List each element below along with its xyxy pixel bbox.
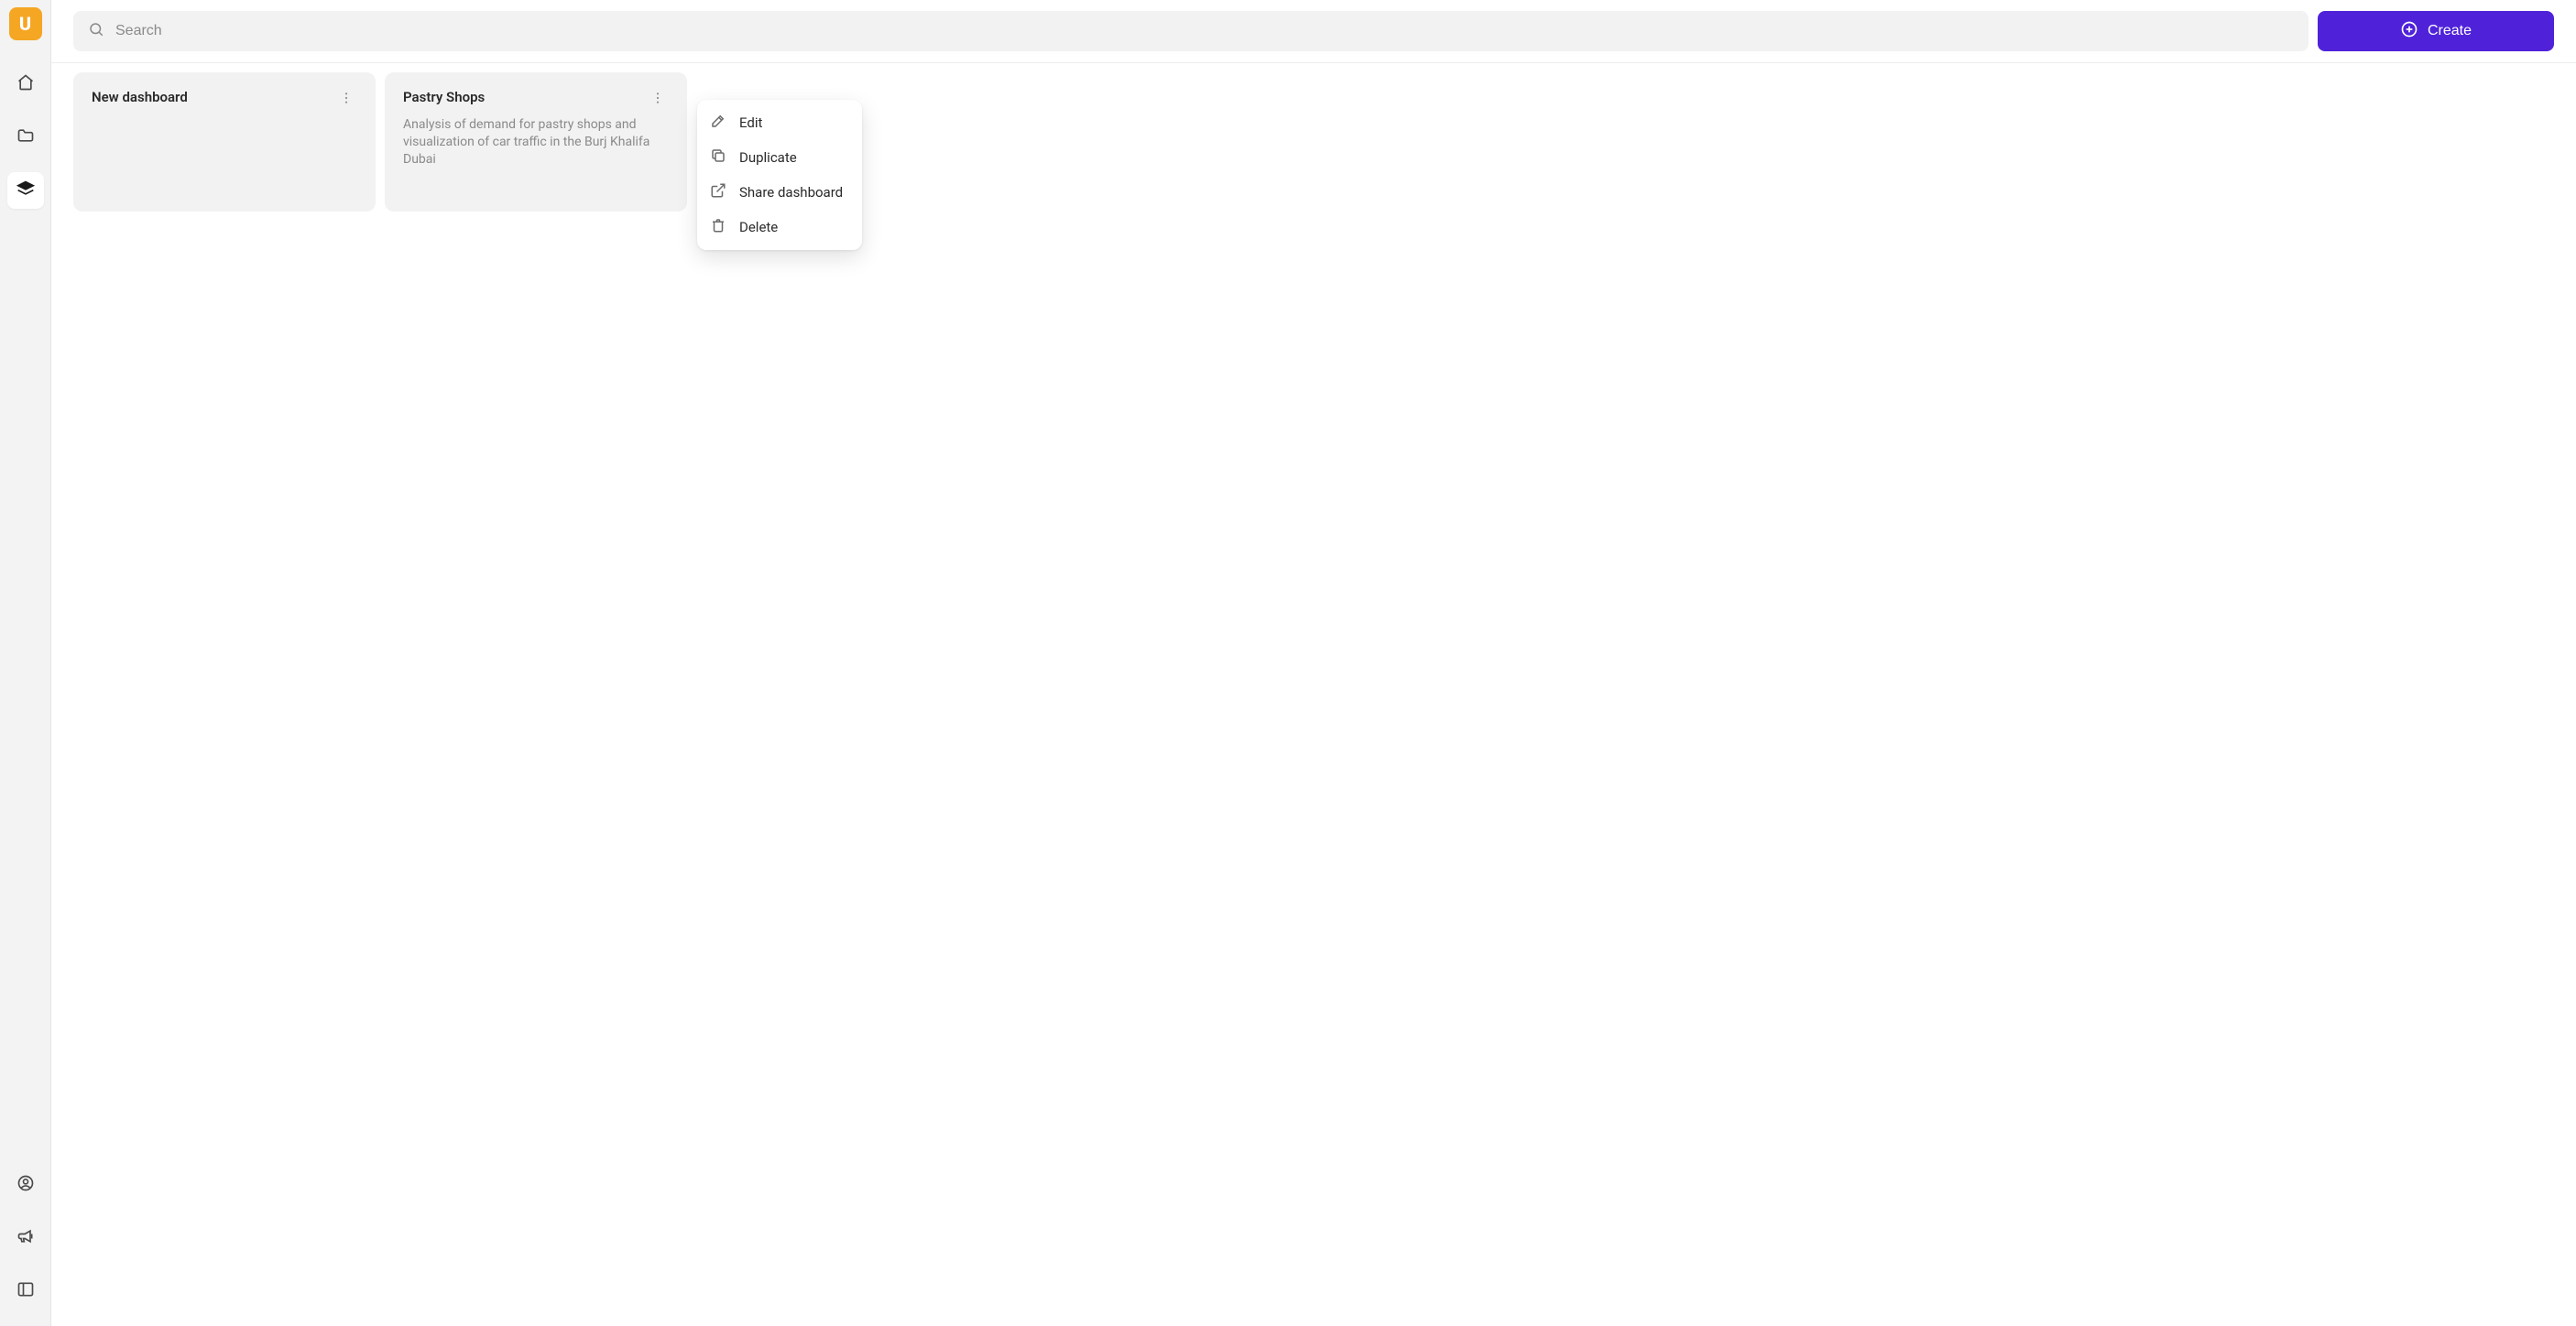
trash-icon [710, 217, 726, 237]
app-root: U [0, 0, 2576, 1326]
folder-icon [16, 126, 35, 148]
menu-item-label: Edit [739, 114, 762, 131]
plus-circle-icon [2400, 20, 2418, 43]
panel-left-icon [16, 1280, 35, 1302]
create-button-label: Create [2428, 23, 2472, 39]
search-icon [88, 21, 115, 41]
context-menu: Edit Duplicate Share dashboard [697, 100, 862, 250]
megaphone-icon [16, 1227, 35, 1249]
sidebar: U [0, 0, 51, 1326]
home-icon [16, 73, 35, 95]
dashboard-card[interactable]: Pastry Shops Analysis of demand for past… [385, 72, 687, 212]
card-header: Pastry Shops [403, 89, 669, 111]
search-input[interactable] [115, 23, 2294, 39]
card-menu-button[interactable] [647, 89, 669, 111]
kebab-icon [650, 91, 665, 109]
sidebar-bottom [7, 1167, 44, 1319]
card-menu-button[interactable] [335, 89, 357, 111]
app-logo-letter: U [19, 13, 31, 35]
card-description: Analysis of demand for pastry shops and … [403, 116, 669, 168]
card-title: Pastry Shops [403, 89, 485, 105]
nav-panel-toggle[interactable] [7, 1273, 44, 1310]
menu-item-delete[interactable]: Delete [697, 210, 862, 245]
create-button[interactable]: Create [2318, 11, 2554, 51]
menu-item-label: Share dashboard [739, 184, 843, 201]
nav-home[interactable] [7, 66, 44, 103]
sidebar-top: U [7, 7, 44, 209]
main-area: Create New dashboard Pastry Shops [51, 0, 2576, 1326]
dashboard-card[interactable]: New dashboard [73, 72, 376, 212]
card-title: New dashboard [92, 89, 188, 105]
topbar: Create [51, 0, 2576, 63]
menu-item-label: Delete [739, 219, 778, 235]
menu-item-edit[interactable]: Edit [697, 105, 862, 140]
external-link-icon [710, 182, 726, 202]
copy-icon [710, 147, 726, 168]
app-logo[interactable]: U [9, 7, 42, 40]
layers-icon [16, 179, 35, 201]
nav-announcements[interactable] [7, 1220, 44, 1256]
user-circle-icon [16, 1174, 35, 1196]
nav-account[interactable] [7, 1167, 44, 1203]
dashboard-grid: New dashboard Pastry Shops [51, 63, 2576, 1326]
nav-folder[interactable] [7, 119, 44, 156]
menu-item-label: Duplicate [739, 149, 797, 166]
card-header: New dashboard [92, 89, 357, 111]
pencil-icon [710, 113, 726, 133]
menu-item-duplicate[interactable]: Duplicate [697, 140, 862, 175]
kebab-icon [339, 91, 354, 109]
search-box[interactable] [73, 11, 2309, 51]
nav-dashboards[interactable] [7, 172, 44, 209]
menu-item-share[interactable]: Share dashboard [697, 175, 862, 210]
